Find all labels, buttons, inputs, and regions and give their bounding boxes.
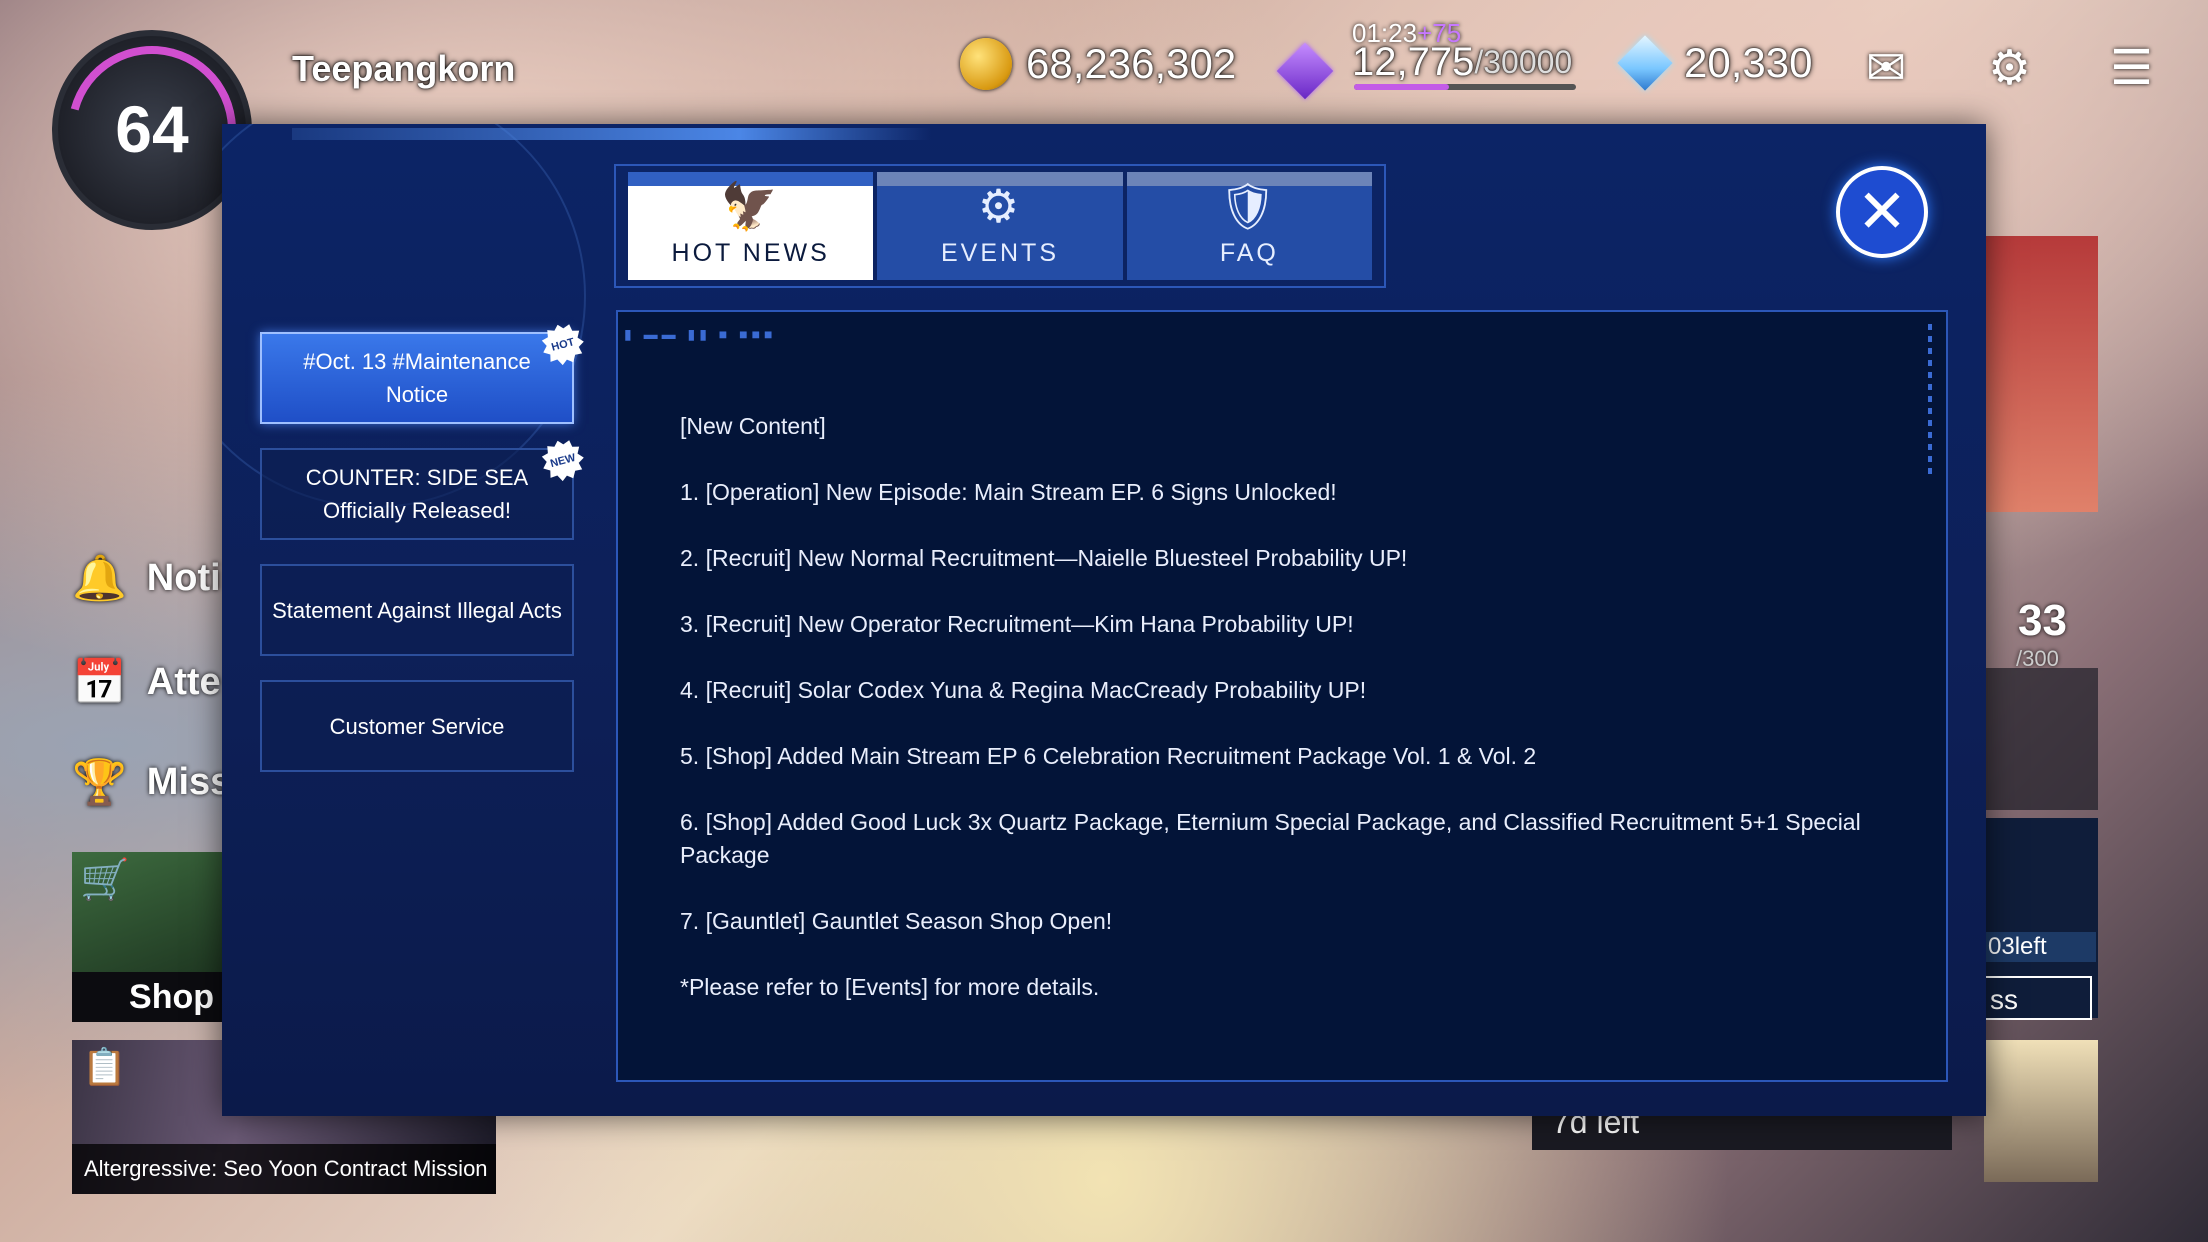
right-building-card[interactable]: [1984, 668, 2098, 810]
news-line: 7. [Gauntlet] Gauntlet Season Shop Open!: [680, 908, 1113, 934]
close-icon: ✕: [1856, 178, 1908, 245]
close-button[interactable]: ✕: [1836, 166, 1928, 258]
attendance-menu-item[interactable]: 📅 Atte: [72, 656, 221, 708]
mission-menu-item[interactable]: 🏆 Miss: [72, 756, 231, 808]
tab-events-label: EVENTS: [940, 239, 1059, 267]
shop-label: Shop: [72, 972, 222, 1022]
crystal-amount: 20,330: [1684, 39, 1813, 86]
sidebar-item-illegal-acts[interactable]: Statement Against Illegal Acts: [260, 564, 574, 656]
right-time-left: 03left: [1984, 932, 2096, 962]
stamina-bar: [1354, 84, 1576, 90]
tab-hot-news-label: HOT NEWS: [671, 239, 830, 267]
tab-faq[interactable]: 🛡 FAQ: [1126, 172, 1372, 280]
right-avatar-card[interactable]: [1984, 1040, 2098, 1182]
right-banner-card[interactable]: [1984, 236, 2098, 512]
player-name[interactable]: Teepangkorn: [292, 48, 515, 90]
gold-counter[interactable]: 68,236,302: [960, 38, 1236, 90]
tab-faq-label: FAQ: [1219, 239, 1279, 267]
right-pass-button[interactable]: ss: [1984, 976, 2092, 1020]
stamina-gem[interactable]: [1276, 42, 1344, 100]
notice-menu-item[interactable]: 🔔 Noti: [72, 552, 221, 604]
stamina-counter[interactable]: 12,775/30000: [1352, 40, 1572, 85]
sidebar-item-customer-service[interactable]: Customer Service: [260, 680, 574, 772]
stamina-gem-icon: [1276, 42, 1334, 100]
news-line: 6. [Shop] Added Good Luck 3x Quartz Pack…: [680, 809, 1861, 868]
clipboard-icon: 📋: [82, 1046, 127, 1087]
news-text: [New Content] 1. [Operation] New Episode…: [680, 410, 1900, 1037]
sidebar-item-label: Customer Service: [329, 713, 505, 739]
sidebar-item-side-sea[interactable]: COUNTER: SIDE SEA Officially Released! N…: [260, 448, 574, 540]
bell-icon: 🔔: [72, 554, 127, 603]
decor-scrollbar: [1928, 324, 1932, 474]
right-counter: 33 /300: [2016, 596, 2067, 672]
news-sidebar: #Oct. 13 #Maintenance Notice HOT COUNTER…: [260, 332, 574, 796]
decor-dashes: ▮ ▬▬ ▮▮ ■ ■■■: [624, 326, 777, 342]
news-line: 1. [Operation] New Episode: Main Stream …: [680, 479, 1337, 505]
sidebar-item-label: Statement Against Illegal Acts: [272, 597, 562, 623]
mail-icon[interactable]: ✉: [1866, 40, 1906, 96]
notice-label: Noti: [146, 556, 221, 599]
menu-icon[interactable]: ☰: [2110, 40, 2153, 96]
crystal-counter[interactable]: 20,330: [1617, 35, 1813, 91]
news-line: 4. [Recruit] Solar Codex Yuna & Regina M…: [680, 677, 1367, 703]
shop-tile[interactable]: 🛒 Shop: [72, 852, 222, 1022]
cart-icon: 🛒: [80, 858, 130, 902]
news-line: 3. [Recruit] New Operator Recruitment—Ki…: [680, 611, 1354, 637]
gear-target-icon: ⚙: [977, 180, 1023, 232]
news-line: 2. [Recruit] New Normal Recruitment—Naie…: [680, 545, 1408, 571]
eagle-icon: 🦅: [720, 180, 781, 232]
stamina-max: /30000: [1474, 44, 1573, 80]
trophy-icon: 🏆: [72, 758, 127, 807]
attendance-label: Atte: [146, 660, 221, 703]
stamina-bar-fill: [1354, 84, 1450, 90]
coin-icon: [960, 38, 1012, 90]
news-modal: 🦅 HOT NEWS ⚙ EVENTS 🛡 FAQ ✕ #Oct. 13 #Ma…: [222, 124, 1986, 1116]
gold-amount: 68,236,302: [1026, 40, 1237, 87]
mission-label: Miss: [146, 760, 232, 803]
sidebar-item-label: #Oct. 13 #Maintenance Notice: [303, 349, 531, 407]
sidebar-item-label: COUNTER: SIDE SEA Officially Released!: [305, 465, 529, 523]
tab-hot-news[interactable]: 🦅 HOT NEWS: [628, 172, 874, 280]
right-count-value: 33: [2018, 596, 2067, 645]
diamond-icon: [1617, 35, 1673, 91]
news-heading: [New Content]: [680, 413, 826, 439]
calendar-icon: 📅: [72, 658, 127, 707]
news-content-panel[interactable]: ▮ ▬▬ ▮▮ ■ ■■■ [New Content] 1. [Operatio…: [616, 310, 1948, 1082]
stamina-value: 12,775: [1352, 40, 1475, 84]
news-line: 5. [Shop] Added Main Stream EP 6 Celebra…: [680, 743, 1537, 769]
shield-wings-icon: 🛡: [1218, 180, 1281, 232]
news-tabs: 🦅 HOT NEWS ⚙ EVENTS 🛡 FAQ: [614, 164, 1386, 288]
news-footer: *Please refer to [Events] for more detai…: [680, 974, 1100, 1000]
player-level: 64: [115, 92, 189, 166]
settings-icon[interactable]: ⚙: [1988, 40, 2031, 96]
tab-events[interactable]: ⚙ EVENTS: [877, 172, 1123, 280]
sidebar-item-maintenance[interactable]: #Oct. 13 #Maintenance Notice HOT: [260, 332, 574, 424]
event-banner-label: Altergressive: Seo Yoon Contract Mission: [72, 1144, 496, 1194]
decor-bar: [292, 128, 932, 140]
